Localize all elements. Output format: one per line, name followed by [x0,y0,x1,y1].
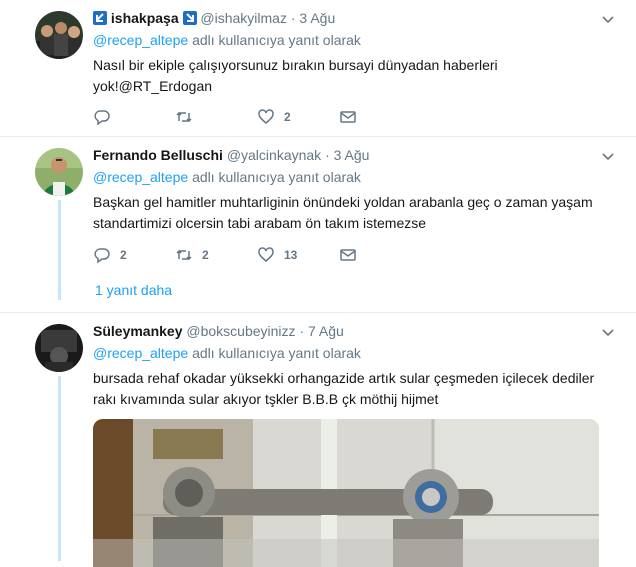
mention-link[interactable]: @recep_altepe [93,32,188,48]
like-button[interactable]: 13 [257,245,339,265]
message-button[interactable] [339,107,421,127]
caret-down-icon[interactable] [602,14,614,26]
avatar[interactable] [35,324,83,372]
reply-context: @recep_altepe adlı kullanıcıya yanıt ola… [93,168,616,186]
message-icon [340,111,356,123]
mention-link[interactable]: @recep_altepe [93,345,188,361]
tweet-text: Nasıl bir ekiple çalışıyorsunuz bırakın … [93,57,498,94]
reply-context-text: adlı kullanıcıya yanıt olarak [192,345,361,361]
reply-context: @recep_altepe adlı kullanıcıya yanıt ola… [93,344,616,362]
mention-link[interactable]: @recep_altepe [93,169,188,185]
tweet-photo[interactable] [93,419,599,567]
tweet-actions: 2 [93,107,421,127]
tweet[interactable]: ishakpaşa @ishakyilmaz · 3 Ağu @recep_al… [0,0,636,136]
separator-dot: · [290,10,296,26]
retweet-icon [176,249,192,261]
reply-button[interactable]: 2 [93,245,175,265]
tweet[interactable]: Süleymankey @bokscubeyinizz · 7 Ağu @rec… [0,313,636,567]
like-button[interactable]: 2 [257,107,339,127]
separator-dot: · [325,147,330,163]
arrow-badge-icon [93,11,107,25]
reply-context-text: adlı kullanıcıya yanıt olarak [192,32,361,48]
author-name[interactable]: Süleymankey [93,323,183,339]
author-handle[interactable]: @bokscubeyinizz [186,323,295,339]
more-replies-link[interactable]: 1 yanıt daha [95,282,172,298]
like-icon [258,109,274,124]
caret-down-icon[interactable] [602,327,614,339]
retweet-icon [176,111,192,123]
avatar[interactable] [35,11,83,59]
thread-line-dots [58,278,61,300]
reply-icon [94,110,110,126]
tweet-date[interactable]: 3 Ağu [334,147,370,163]
tweet-actions: 2 2 13 [93,245,421,265]
caret-down-icon[interactable] [602,151,614,163]
author-handle[interactable]: @yalcinkaynak [227,147,321,163]
like-count: 2 [284,110,291,124]
tweet-text: bursada rehaf okadar yüksekki orhangazid… [93,370,595,407]
message-icon [340,249,356,261]
message-button[interactable] [339,245,421,265]
reply-icon [94,248,110,264]
reply-count: 2 [120,248,127,262]
thread-line [58,376,61,561]
reply-context: @recep_altepe adlı kullanıcıya yanıt ola… [93,31,616,49]
retweet-count: 2 [202,248,209,262]
tweet-date[interactable]: 7 Ağu [308,323,344,339]
arrow-badge-icon [182,11,197,25]
like-icon [258,247,274,262]
tweet[interactable]: Fernando Belluschi @yalcinkaynak · 3 Ağu… [0,137,636,312]
author-handle[interactable]: @ishakyilmaz [200,10,287,26]
reply-button[interactable] [93,107,175,127]
reply-context-text: adlı kullanıcıya yanıt olarak [192,169,361,185]
tweet-text: Başkan gel hamitler muhtarliginin önünde… [93,194,593,231]
retweet-button[interactable]: 2 [175,245,257,265]
tweet-date[interactable]: 3 Ağu [299,10,335,26]
separator-dot: · [299,323,305,339]
retweet-button[interactable] [175,107,257,127]
author-name[interactable]: ishakpaşa [111,10,179,26]
author-name[interactable]: Fernando Belluschi [93,147,223,163]
like-count: 13 [284,248,298,262]
avatar[interactable] [35,148,83,196]
